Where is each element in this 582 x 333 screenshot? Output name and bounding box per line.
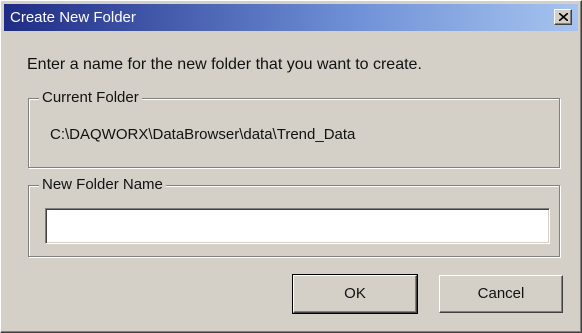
new-folder-name-label: New Folder Name <box>39 176 166 194</box>
current-folder-path: C:\DAQWORX\DataBrowser\data\Trend_Data <box>50 126 356 143</box>
instruction-text: Enter a name for the new folder that you… <box>27 56 422 73</box>
title-bar[interactable]: Create New Folder <box>4 4 578 31</box>
close-button[interactable] <box>554 9 572 25</box>
close-x-icon <box>559 13 568 21</box>
create-folder-dialog: Create New Folder Enter a name for the n… <box>0 0 582 333</box>
new-folder-group: New Folder Name <box>28 176 560 257</box>
new-folder-name-input[interactable] <box>45 208 550 244</box>
ok-button[interactable]: OK <box>292 274 418 314</box>
current-folder-group: Current Folder C:\DAQWORX\DataBrowser\da… <box>28 89 560 168</box>
current-folder-label: Current Folder <box>39 89 142 107</box>
dialog-title: Create New Folder <box>10 9 136 26</box>
cancel-button[interactable]: Cancel <box>439 275 563 313</box>
